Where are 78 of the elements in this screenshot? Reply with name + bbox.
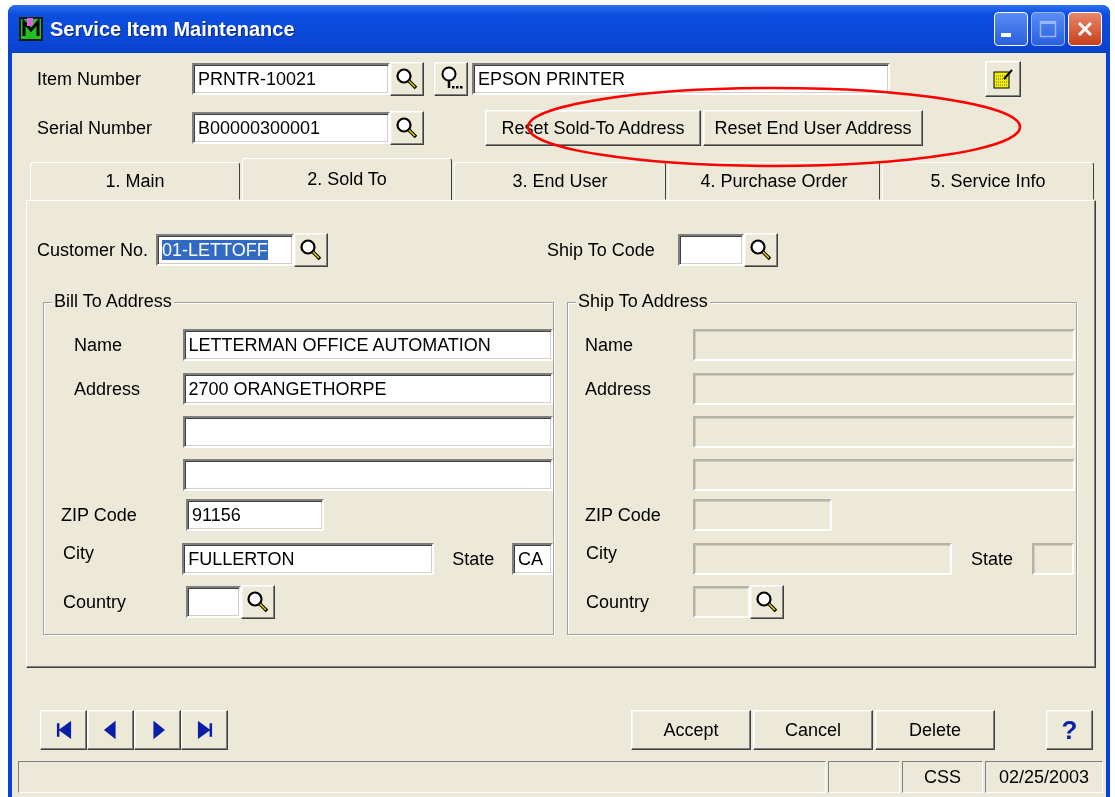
- field-label: State: [451, 548, 496, 570]
- group-title: Ship To Address: [576, 291, 710, 312]
- previous-record-button[interactable]: [87, 710, 134, 750]
- action-button[interactable]: Delete: [875, 710, 995, 750]
- maximize-icon: [1039, 20, 1057, 38]
- field-label: City: [586, 543, 618, 564]
- text-field[interactable]: [693, 499, 832, 531]
- search-icon: [246, 590, 270, 614]
- next-record-button[interactable]: [134, 710, 181, 750]
- text-field[interactable]: [182, 459, 553, 491]
- text-field[interactable]: CA: [511, 543, 553, 575]
- search-icon: [755, 590, 779, 614]
- tab[interactable]: 1. Main: [30, 162, 240, 200]
- text-field[interactable]: PRNTR-10021: [192, 63, 390, 95]
- text-field[interactable]: [693, 459, 1075, 491]
- search-icon: [749, 238, 773, 262]
- field-label: ZIP Code: [61, 504, 138, 526]
- minimize-button[interactable]: [994, 12, 1028, 46]
- search-icon: [299, 238, 323, 262]
- close-button[interactable]: [1068, 12, 1102, 46]
- text-field[interactable]: 2700 ORANGETHORPE: [182, 373, 553, 405]
- field-label: Ship To Code: [547, 239, 656, 261]
- search-button[interactable]: [750, 585, 784, 619]
- field-label: Country: [63, 591, 128, 613]
- text-field[interactable]: 91156: [186, 499, 324, 531]
- text-field[interactable]: [693, 586, 750, 618]
- field-label: ZIP Code: [585, 504, 662, 526]
- field-label: Customer No.: [37, 239, 150, 261]
- field-label: Address: [585, 378, 653, 400]
- status-pane: [828, 761, 900, 793]
- text-field[interactable]: FULLERTON: [182, 543, 435, 575]
- text-field[interactable]: [182, 416, 553, 448]
- search-button[interactable]: [744, 233, 778, 267]
- notes-button[interactable]: [985, 61, 1021, 97]
- search-icon: [395, 67, 419, 91]
- field-label: Address: [74, 378, 142, 400]
- help-button[interactable]: ?: [1046, 710, 1093, 750]
- last-record-button[interactable]: [181, 710, 228, 750]
- text-field[interactable]: [186, 586, 241, 618]
- lookup-button[interactable]: [434, 62, 468, 96]
- text-field[interactable]: EPSON PRINTER: [472, 63, 890, 95]
- field-label: Name: [74, 334, 123, 356]
- text-field[interactable]: [1032, 543, 1074, 575]
- close-icon: [1076, 20, 1094, 38]
- first-record-button[interactable]: [40, 710, 87, 750]
- tab[interactable]: 3. End User: [454, 162, 666, 200]
- field-label: Name: [585, 334, 634, 356]
- app-icon: [18, 16, 44, 42]
- search-icon: [395, 116, 419, 140]
- field-label: Serial Number: [37, 117, 154, 139]
- field-label: State: [970, 548, 1014, 570]
- tab[interactable]: 2. Sold To: [242, 158, 452, 200]
- action-button[interactable]: Cancel: [753, 710, 873, 750]
- text-field[interactable]: 01-LETTOFF: [156, 234, 294, 266]
- search-button[interactable]: [294, 233, 328, 267]
- search-button[interactable]: [241, 585, 275, 619]
- notepad-icon: [991, 67, 1015, 91]
- window-title: Service Item Maintenance: [50, 17, 295, 41]
- text-field[interactable]: [678, 234, 744, 266]
- maximize-button[interactable]: [1031, 12, 1065, 46]
- tab[interactable]: 4. Purchase Order: [668, 162, 880, 200]
- status-text: CSS: [902, 761, 983, 793]
- search-button[interactable]: [390, 111, 424, 145]
- lookup-icon: [439, 66, 463, 92]
- text-field[interactable]: [693, 416, 1075, 448]
- text-field[interactable]: [693, 373, 1075, 405]
- reset-button[interactable]: Reset End User Address: [703, 110, 923, 146]
- field-label: Item Number: [37, 68, 143, 90]
- action-button[interactable]: Accept: [631, 710, 751, 750]
- search-button[interactable]: [390, 62, 424, 96]
- field-label: City: [63, 543, 95, 564]
- text-field[interactable]: B00000300001: [192, 112, 390, 144]
- tab[interactable]: 5. Service Info: [882, 162, 1094, 200]
- field-label: Country: [586, 591, 651, 613]
- text-field[interactable]: LETTERMAN OFFICE AUTOMATION: [182, 329, 553, 361]
- text-field[interactable]: [693, 543, 952, 575]
- status-text: 02/25/2003: [985, 761, 1103, 793]
- minimize-icon: [1001, 33, 1011, 37]
